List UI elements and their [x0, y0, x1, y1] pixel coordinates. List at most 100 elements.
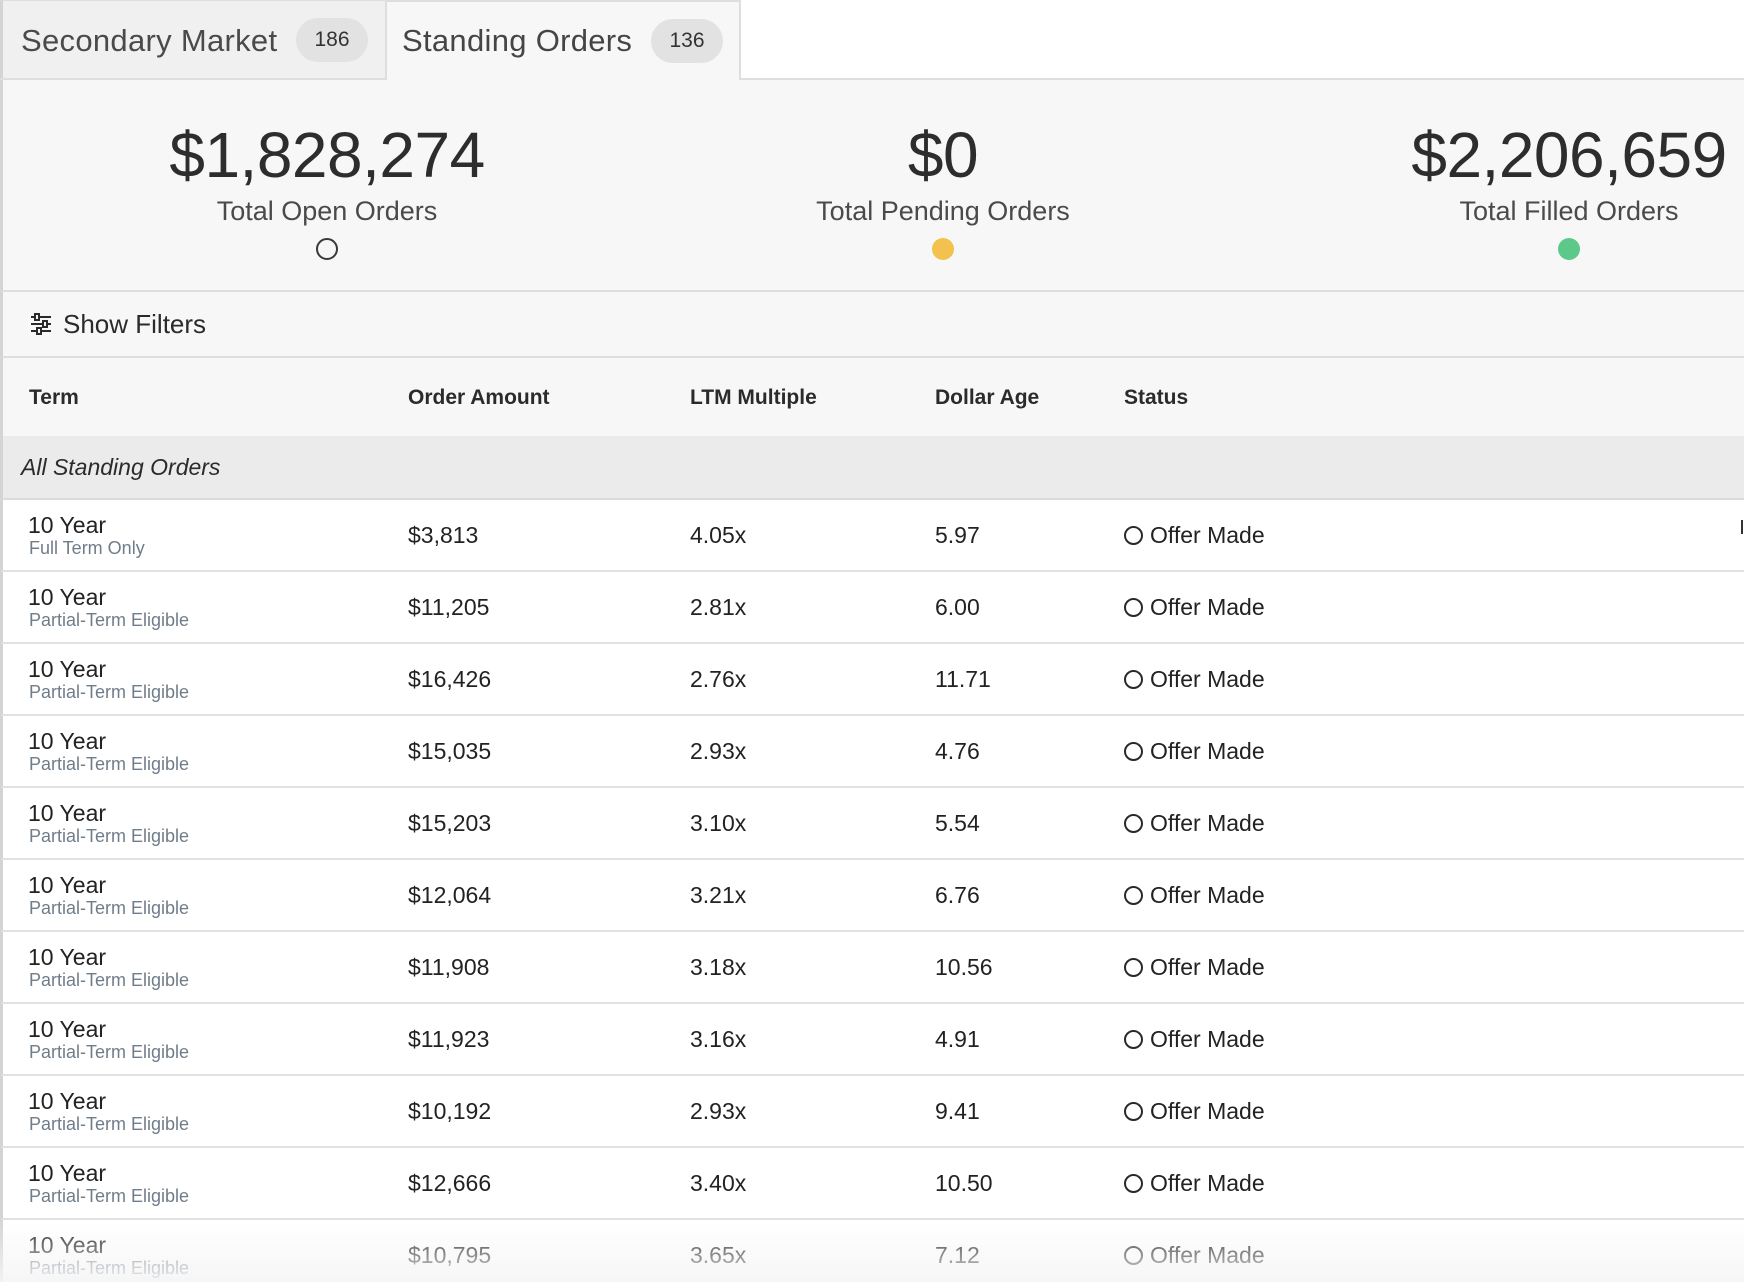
- dollar-age-cell: 5.97: [935, 522, 980, 548]
- status-cell: Offer Made: [1124, 1026, 1265, 1053]
- table-row[interactable]: 10 Year Partial-Term Eligible $11,205 2.81x…: [0, 572, 1744, 644]
- term-cell: 10 Year: [28, 944, 107, 970]
- order-amount-cell: $12,064: [408, 882, 492, 908]
- column-header-status[interactable]: Status: [1124, 386, 1188, 410]
- term-eligibility: Partial-Term Eligible: [29, 682, 190, 702]
- ltm-multiple-cell: 2.93x: [690, 738, 747, 764]
- group-row: All Standing Orders: [0, 436, 1744, 500]
- open-circle-icon: [1124, 1102, 1143, 1121]
- order-amount-cell: $11,205: [408, 594, 490, 620]
- dollar-age-cell: 10.50: [935, 1170, 993, 1196]
- stat-label: Total Open Orders: [216, 196, 438, 226]
- open-circle-icon: [1124, 526, 1143, 545]
- count-badge: 136: [651, 19, 723, 63]
- ltm-multiple-cell: 3.40x: [690, 1170, 747, 1196]
- term-eligibility: Partial-Term Eligible: [29, 1186, 190, 1206]
- status-text: Offer Made: [1150, 1170, 1265, 1196]
- open-circle-icon: [1124, 958, 1143, 977]
- status-text: Offer Made: [1150, 594, 1265, 620]
- status-cell: Offer Made: [1124, 594, 1265, 621]
- status-cell: Offer Made: [1124, 666, 1265, 693]
- term-eligibility: Partial-Term Eligible: [29, 610, 190, 630]
- column-header-order-amount[interactable]: Order Amount: [408, 386, 550, 410]
- table-row[interactable]: 10 Year Partial-Term Eligible $15,035 2.93x…: [0, 716, 1744, 788]
- dollar-age-cell: 6.00: [935, 594, 980, 620]
- dollar-age-cell: 4.91: [935, 1026, 980, 1052]
- term-eligibility: Partial-Term Eligible: [29, 1114, 190, 1134]
- tab-bar: Secondary Market 186 Standing Orders 136: [0, 0, 1744, 80]
- order-amount-cell: $11,923: [408, 1026, 490, 1052]
- open-circle-icon: [1124, 1174, 1143, 1193]
- term-eligibility: Partial-Term Eligible: [29, 1042, 190, 1062]
- order-amount-cell: $10,192: [408, 1098, 492, 1124]
- stat-value: $2,206,659: [1411, 119, 1727, 191]
- term-cell: 10 Year: [28, 1232, 107, 1258]
- order-amount-cell: $15,203: [408, 810, 492, 836]
- ltm-multiple-cell: 3.18x: [690, 954, 747, 980]
- term-eligibility: Partial-Term Eligible: [29, 1258, 190, 1278]
- ltm-multiple-cell: 2.81x: [690, 594, 747, 620]
- show-filters-label: Show Filters: [63, 308, 207, 339]
- order-amount-cell: $10,795: [408, 1242, 492, 1268]
- dollar-age-cell: 10.56: [935, 954, 993, 980]
- table-row[interactable]: 10 Year Partial-Term Eligible $12,064 3.21x…: [0, 860, 1744, 932]
- open-status-dot-icon: [316, 238, 338, 260]
- open-circle-icon: [1124, 1030, 1143, 1049]
- table-row[interactable]: 10 Year Partial-Term Eligible $11,908 3.18x…: [0, 932, 1744, 1004]
- column-header-dollar-age[interactable]: Dollar Age: [935, 386, 1039, 410]
- orders-summary: $1,828,274 Total Open Orders $0 Total Pe…: [0, 80, 1744, 292]
- status-text: Offer Made: [1150, 738, 1265, 764]
- status-text: Offer Made: [1150, 1026, 1265, 1052]
- orders-table-body: 10 Year Full Term Only $3,813 4.05x 5.97 Offe…: [0, 500, 1744, 1282]
- table-row[interactable]: 10 Year Partial-Term Eligible $10,795 3.65x…: [0, 1220, 1744, 1282]
- row-edge-marker: [1741, 520, 1743, 534]
- table-row[interactable]: 10 Year Full Term Only $3,813 4.05x 5.97 Offe…: [0, 500, 1744, 572]
- table-row[interactable]: 10 Year Partial-Term Eligible $12,666 3.40x…: [0, 1148, 1744, 1220]
- ltm-multiple-cell: 3.65x: [690, 1242, 747, 1268]
- status-cell: Offer Made: [1124, 1098, 1265, 1125]
- table-row[interactable]: 10 Year Partial-Term Eligible $10,192 2.93x…: [0, 1076, 1744, 1148]
- tab-standing-orders[interactable]: Standing Orders 136: [385, 0, 741, 80]
- ltm-multiple-cell: 2.76x: [690, 666, 747, 692]
- status-cell: Offer Made: [1124, 810, 1265, 837]
- show-filters-button[interactable]: Show Filters: [0, 292, 1744, 358]
- term-cell: 10 Year: [28, 1160, 107, 1186]
- pending-status-dot-icon: [932, 238, 954, 260]
- order-amount-cell: $16,426: [408, 666, 492, 692]
- term-cell: 10 Year: [28, 1088, 107, 1114]
- sliders-icon: [29, 312, 53, 336]
- tab-secondary-market[interactable]: Secondary Market 186: [0, 0, 385, 80]
- term-cell: 10 Year: [28, 656, 107, 682]
- stat-pending-orders: $0 Total Pending Orders: [663, 116, 1223, 260]
- status-text: Offer Made: [1150, 810, 1265, 836]
- table-row[interactable]: 10 Year Partial-Term Eligible $16,426 2.76x…: [0, 644, 1744, 716]
- term-cell: 10 Year: [28, 872, 107, 898]
- dollar-age-cell: 6.76: [935, 882, 980, 908]
- status-cell: Offer Made: [1124, 738, 1265, 765]
- column-header-ltm-multiple[interactable]: LTM Multiple: [690, 386, 817, 410]
- status-cell: Offer Made: [1124, 954, 1265, 981]
- status-cell: Offer Made: [1124, 1170, 1265, 1197]
- status-cell: Offer Made: [1124, 522, 1265, 549]
- table-row[interactable]: 10 Year Partial-Term Eligible $11,923 3.16x…: [0, 1004, 1744, 1076]
- open-circle-icon: [1124, 742, 1143, 761]
- dollar-age-cell: 7.12: [935, 1242, 980, 1268]
- term-eligibility: Partial-Term Eligible: [29, 898, 190, 918]
- ltm-multiple-cell: 3.21x: [690, 882, 747, 908]
- status-text: Offer Made: [1150, 954, 1265, 980]
- open-circle-icon: [1124, 814, 1143, 833]
- stat-label: Total Filled Orders: [1459, 196, 1679, 226]
- group-label: All Standing Orders: [21, 454, 221, 480]
- stat-filled-orders: $2,206,659 Total Filled Orders: [1289, 116, 1744, 260]
- term-eligibility: Partial-Term Eligible: [29, 970, 190, 990]
- term-cell: 10 Year: [28, 512, 107, 538]
- table-header: Term Order Amount LTM Multiple Dollar Ag…: [0, 358, 1744, 436]
- open-circle-icon: [1124, 598, 1143, 617]
- open-circle-icon: [1124, 1246, 1143, 1265]
- table-row[interactable]: 10 Year Partial-Term Eligible $15,203 3.10x…: [0, 788, 1744, 860]
- status-text: Offer Made: [1150, 882, 1265, 908]
- open-circle-icon: [1124, 670, 1143, 689]
- column-header-term[interactable]: Term: [29, 386, 79, 410]
- stat-open-orders: $1,828,274 Total Open Orders: [47, 116, 607, 260]
- ltm-multiple-cell: 3.10x: [690, 810, 747, 836]
